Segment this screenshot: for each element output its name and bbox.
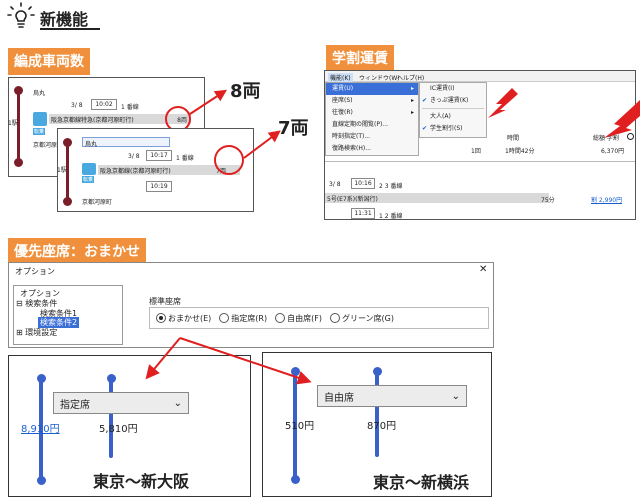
options-arrows	[145, 337, 312, 385]
arrow-to-right-example	[179, 337, 312, 385]
arrow-to-left-example	[145, 337, 181, 380]
